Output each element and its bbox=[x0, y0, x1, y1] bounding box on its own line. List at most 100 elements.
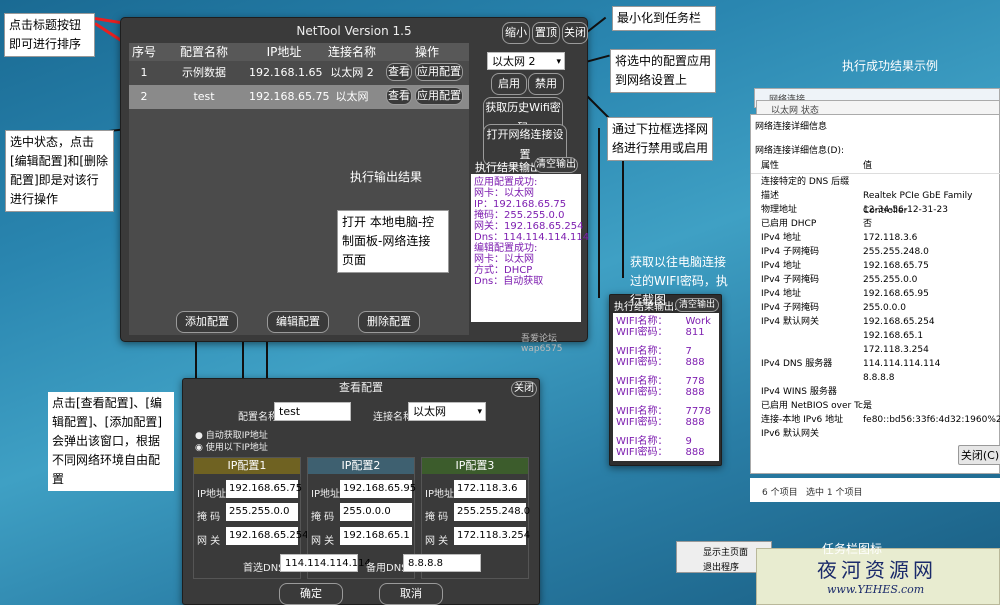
ip-input[interactable]: 172.118.3.6 bbox=[454, 480, 526, 498]
screenshot-root: { "main_window":{ "title":"NetTool Versi… bbox=[0, 0, 1000, 605]
pin-button[interactable]: 置顶 bbox=[532, 22, 560, 44]
column-header-action[interactable]: 操作 bbox=[385, 43, 469, 61]
details-row[interactable]: 172.118.3.254 bbox=[751, 343, 1000, 358]
details-row[interactable]: IPv4 子网掩码 255.255.248.0 bbox=[751, 245, 1000, 260]
minimize-button[interactable]: 缩小 bbox=[502, 22, 530, 44]
details-row[interactable]: IPv4 地址 192.168.65.95 bbox=[751, 287, 1000, 302]
gateway-input[interactable]: 192.168.65.254 bbox=[226, 527, 309, 545]
mask-label: 掩 码 bbox=[197, 512, 221, 523]
disable-button[interactable]: 禁用 bbox=[528, 73, 564, 95]
details-row[interactable]: 物理地址 12-34-56-12-31-23 bbox=[751, 203, 1000, 218]
details-row[interactable]: IPv4 子网掩码 255.0.0.0 bbox=[751, 301, 1000, 316]
annotation-select: 选中状态，点击[编辑配置]和[删除配置]即是对该行进行操作 bbox=[5, 130, 114, 212]
details-close-button[interactable]: 关闭(C) bbox=[958, 445, 1000, 465]
ip-label: IP地址 bbox=[197, 489, 226, 500]
details-row[interactable]: 连接-本地 IPv6 地址 fe80::bd56:33f6:4d32:1960%2… bbox=[751, 413, 1000, 428]
apply-config-button[interactable]: 应用配置 bbox=[415, 87, 463, 105]
output-line: 编辑配置成功: bbox=[474, 243, 538, 254]
row-conn: 以太网 2 bbox=[330, 66, 374, 79]
apply-config-button[interactable]: 应用配置 bbox=[415, 63, 463, 81]
row-name: test bbox=[193, 90, 215, 103]
view-close-button[interactable]: 关闭 bbox=[511, 381, 537, 397]
cancel-button[interactable]: 取消 bbox=[379, 583, 443, 605]
close-button[interactable]: 关闭 bbox=[562, 22, 588, 44]
details-row[interactable]: 连接特定的 DNS 后缀 bbox=[751, 175, 1000, 190]
column-header-name[interactable]: 配置名称 bbox=[159, 43, 249, 61]
details-row[interactable]: IPv6 默认网关 bbox=[751, 427, 1000, 442]
mask-label: 掩 码 bbox=[311, 512, 335, 523]
annotation-wifi: 获取以往电脑连接过的WIFI密码，执行截图 bbox=[630, 255, 728, 307]
dns2-input[interactable]: 8.8.8.8 bbox=[403, 554, 481, 572]
annotation-open: 打开 本地电脑-控制面板-网络连接 页面 bbox=[337, 210, 449, 273]
details-row[interactable]: 描述 Realtek PCIe GbE Family Controller bbox=[751, 189, 1000, 216]
output-line: 网卡：以太网 bbox=[474, 188, 534, 199]
details-row[interactable]: 8.8.8.8 bbox=[751, 371, 1000, 386]
details-row[interactable]: 已启用 DHCP 否 bbox=[751, 217, 1000, 232]
details-row[interactable]: IPv4 子网掩码 255.255.0.0 bbox=[751, 273, 1000, 288]
output-line: IP：192.168.65.75 bbox=[474, 199, 567, 210]
name-label: 配置名称 bbox=[238, 412, 278, 423]
mask-input[interactable]: 255.255.248.0 bbox=[454, 503, 530, 521]
details-row[interactable]: 192.168.65.1 bbox=[751, 329, 1000, 344]
group-header: IP配置2 bbox=[308, 458, 414, 474]
details-row[interactable]: IPv4 默认网关 192.168.65.254 bbox=[751, 315, 1000, 330]
wifi-line: WIFI密码： 811 bbox=[616, 327, 705, 338]
annotation-popup: 点击[查看配置]、[编辑配置]、[添加配置]会弹出该窗口，根据不同网络环境自由配… bbox=[48, 392, 174, 491]
table-row-selected[interactable]: 2 test 192.168.65.75 以太网 查看 应用配置 bbox=[129, 85, 469, 109]
output-line: Dns：自动获取 bbox=[474, 276, 544, 287]
details-header: 网络连接详细信息(D): bbox=[755, 146, 844, 156]
config-name-input[interactable]: test bbox=[274, 402, 351, 421]
details-title: 网络连接详细信息 bbox=[755, 122, 828, 132]
footer-credit: 吾爱论坛wap6575 bbox=[521, 334, 563, 354]
wifi-line: WIFI名称： 7778 bbox=[616, 406, 711, 417]
conn-label: 连接名称 bbox=[373, 412, 413, 423]
details-row[interactable]: IPv4 DNS 服务器 114.114.114.114 bbox=[751, 357, 1000, 372]
exit-menu-item[interactable]: 退出程序 bbox=[703, 560, 739, 573]
show-main-menu-item[interactable]: 显示主页面 bbox=[703, 545, 748, 558]
gateway-input[interactable]: 172.118.3.254 bbox=[454, 527, 530, 545]
column-header-conn[interactable]: 连接名称 bbox=[319, 43, 385, 61]
wifi-line: WIFI名称： 9 bbox=[616, 436, 692, 447]
gw-label: 网 关 bbox=[311, 536, 335, 547]
wifi-line: WIFI名称： 778 bbox=[616, 376, 705, 387]
add-config-button[interactable]: 添加配置 bbox=[176, 311, 238, 333]
watermark-url: www.YEHES.com bbox=[827, 583, 925, 596]
dns1-input[interactable]: 114.114.114.114 bbox=[280, 554, 371, 572]
clear-output-button[interactable]: 清空输出 bbox=[534, 157, 578, 173]
wifi-output-window: 执行结果输出: 清空输出 WIFI名称： Work WIFI密码： 811 WIFI… bbox=[609, 294, 722, 466]
column-header-ip[interactable]: IP地址 bbox=[249, 43, 319, 61]
ip-label: IP地址 bbox=[311, 489, 340, 500]
wifi-line: WIFI名称： Work bbox=[616, 316, 711, 327]
view-button[interactable]: 查看 bbox=[386, 63, 412, 81]
dns2-label: 备用DNS bbox=[366, 563, 408, 574]
radio-selected-icon: ◉ bbox=[195, 443, 203, 453]
ok-button[interactable]: 确定 bbox=[279, 583, 343, 605]
annotation-result-example: 执行成功结果示例 bbox=[842, 59, 939, 73]
adapter-select-value: 以太网 2 bbox=[492, 55, 536, 68]
details-row[interactable]: 已启用 NetBIOS over Tc... 是 bbox=[751, 399, 1000, 414]
details-row[interactable]: IPv4 WINS 服务器 bbox=[751, 385, 1000, 400]
mask-input[interactable]: 255.255.0.0 bbox=[226, 503, 298, 521]
edit-config-button[interactable]: 编辑配置 bbox=[267, 311, 329, 333]
view-button[interactable]: 查看 bbox=[386, 87, 412, 105]
wifi-line: WIFI名称： 7 bbox=[616, 346, 692, 357]
output-line: 网卡：以太网 bbox=[474, 254, 534, 265]
ip-input[interactable]: 192.168.65.75 bbox=[226, 480, 302, 498]
delete-config-button[interactable]: 删除配置 bbox=[358, 311, 420, 333]
output-line: Dns：114.114.114.114 bbox=[474, 232, 590, 243]
gateway-input[interactable]: 192.168.65.1 bbox=[340, 527, 412, 545]
details-row[interactable]: IPv4 地址 172.118.3.6 bbox=[751, 231, 1000, 246]
row-conn: 以太网 bbox=[335, 90, 369, 103]
table-row[interactable]: 1 示例数据 192.168.1.65 以太网 2 查看 应用配置 bbox=[129, 61, 469, 85]
annotation-line bbox=[195, 337, 197, 382]
details-row[interactable]: IPv4 地址 192.168.65.75 bbox=[751, 259, 1000, 274]
mask-input[interactable]: 255.0.0.0 bbox=[340, 503, 412, 521]
row-name: 示例数据 bbox=[182, 66, 226, 79]
adapter-select[interactable]: 以太网 2 ▾ bbox=[487, 52, 565, 70]
column-header-no[interactable]: 序号 bbox=[129, 43, 159, 61]
radio-manual[interactable]: ◉ 使用以下IP地址 bbox=[195, 440, 268, 453]
ip-input[interactable]: 192.168.65.95 bbox=[340, 480, 416, 498]
gw-label: 网 关 bbox=[197, 536, 221, 547]
connection-select[interactable]: 以太网 ▾ bbox=[408, 402, 486, 421]
enable-button[interactable]: 启用 bbox=[491, 73, 527, 95]
